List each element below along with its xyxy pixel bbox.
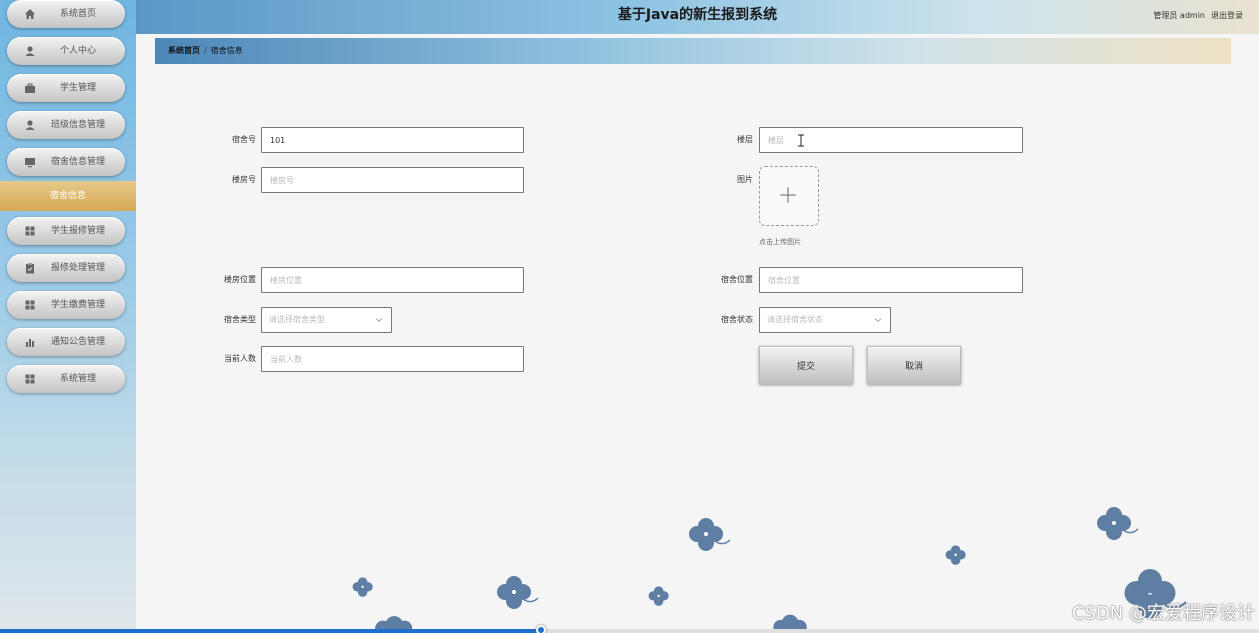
logout-link[interactable]: 退出登录	[1211, 11, 1243, 20]
current-count-input[interactable]	[261, 346, 524, 372]
chevron-down-icon	[375, 318, 383, 323]
sidebar-item-label: 个人中心	[59, 46, 96, 56]
dorm-status-select[interactable]: 请选择宿舍状态	[759, 307, 891, 333]
building-no-input[interactable]	[261, 167, 524, 193]
sidebar-item-label: 学生缴费管理	[50, 300, 105, 310]
progress-fill	[0, 629, 542, 633]
sidebar-item-label: 学生报修管理	[50, 226, 105, 236]
sidebar-item-label: 宿舍信息管理	[50, 157, 105, 167]
grid-icon	[25, 226, 35, 236]
dorm-no-label: 宿舍号	[232, 135, 256, 144]
app-title: 基于Java的新生报到系统	[617, 7, 778, 23]
clipboard-icon	[26, 263, 34, 274]
cancel-button[interactable]: 取消	[867, 346, 961, 384]
building-no-label: 楼房号	[232, 175, 256, 184]
dorm-type-placeholder: 请选择宿舍类型	[269, 315, 325, 324]
chevron-down-icon	[874, 318, 882, 323]
sidebar-item-label: 学生管理	[59, 83, 96, 93]
upload-hint: 点击上传图片	[759, 238, 801, 246]
clover-flower-icon	[1097, 507, 1139, 540]
clover-flower-icon	[945, 545, 966, 565]
sidebar-subitem-dorm-info[interactable]: 宿舍信息	[0, 181, 136, 211]
sidebar-item-label: 报修处理管理	[50, 263, 105, 273]
user-icon	[25, 46, 35, 56]
video-progress-bar[interactable]	[0, 625, 1259, 633]
clover-flower-icon	[497, 576, 539, 609]
sidebar-item-notices[interactable]: 通知公告管理	[7, 328, 125, 356]
user-icon	[25, 120, 35, 130]
user-area: 管理员 admin 退出登录	[1147, 10, 1243, 21]
dorm-location-label: 宿舍位置	[721, 275, 753, 284]
sidebar-item-home[interactable]: 系统首页	[7, 0, 125, 28]
sidebar-item-dorms[interactable]: 宿舍信息管理	[7, 148, 125, 176]
user-label: 管理员 admin	[1153, 11, 1205, 20]
breadcrumb-separator: /	[204, 46, 207, 55]
sidebar: 系统首页 个人中心 学生管理 班级信息管理 宿舍信息管理 宿舍信息 学生报修管理…	[0, 0, 136, 633]
dorm-status-label: 宿舍状态	[721, 315, 753, 324]
grid-icon	[25, 300, 35, 310]
sidebar-item-profile[interactable]: 个人中心	[7, 37, 125, 65]
sidebar-item-students[interactable]: 学生管理	[7, 74, 125, 102]
sidebar-item-label: 系统管理	[59, 374, 96, 384]
sidebar-item-repairs[interactable]: 学生报修管理	[7, 217, 125, 245]
clover-flower-icon	[648, 586, 669, 606]
monitor-icon	[25, 158, 35, 168]
sidebar-item-label: 通知公告管理	[50, 337, 105, 347]
clover-flower-icon	[352, 577, 373, 597]
sidebar-item-classes[interactable]: 班级信息管理	[7, 111, 125, 139]
progress-knob[interactable]	[536, 625, 547, 633]
sidebar-item-label: 系统首页	[59, 9, 96, 19]
dorm-type-select[interactable]: 请选择宿舍类型	[261, 307, 392, 333]
top-header: 基于Java的新生报到系统 管理员 admin 退出登录	[136, 0, 1259, 34]
submit-button[interactable]: 提交	[759, 346, 853, 384]
watermark: CSDN @宏爱程序设计	[1071, 603, 1255, 624]
home-icon	[25, 9, 35, 19]
breadcrumb-home[interactable]: 系统首页	[168, 46, 200, 55]
dorm-status-placeholder: 请选择宿舍状态	[767, 315, 823, 324]
image-label: 图片	[737, 175, 753, 184]
breadcrumb: 系统首页 / 宿舍信息	[155, 38, 1231, 64]
bar-chart-icon	[26, 339, 34, 347]
current-count-label: 当前人数	[224, 354, 256, 363]
dorm-no-input[interactable]	[261, 127, 524, 153]
dorm-location-input[interactable]	[759, 267, 1023, 293]
building-location-label: 楼房位置	[224, 275, 256, 284]
plus-icon	[780, 187, 796, 203]
image-upload[interactable]	[759, 166, 819, 226]
dorm-type-label: 宿舍类型	[224, 315, 256, 324]
briefcase-icon	[25, 83, 35, 93]
grid-icon	[25, 374, 35, 384]
floor-label: 楼层	[737, 135, 753, 144]
text-cursor-icon	[798, 134, 804, 147]
clover-flower-icon	[689, 518, 731, 551]
breadcrumb-current: 宿舍信息	[210, 46, 243, 55]
sidebar-item-system[interactable]: 系统管理	[7, 365, 125, 393]
sidebar-item-payments[interactable]: 学生缴费管理	[7, 291, 125, 319]
sidebar-item-repair-handling[interactable]: 报修处理管理	[7, 254, 125, 282]
sidebar-item-label: 班级信息管理	[50, 120, 105, 130]
building-location-input[interactable]	[261, 267, 524, 293]
